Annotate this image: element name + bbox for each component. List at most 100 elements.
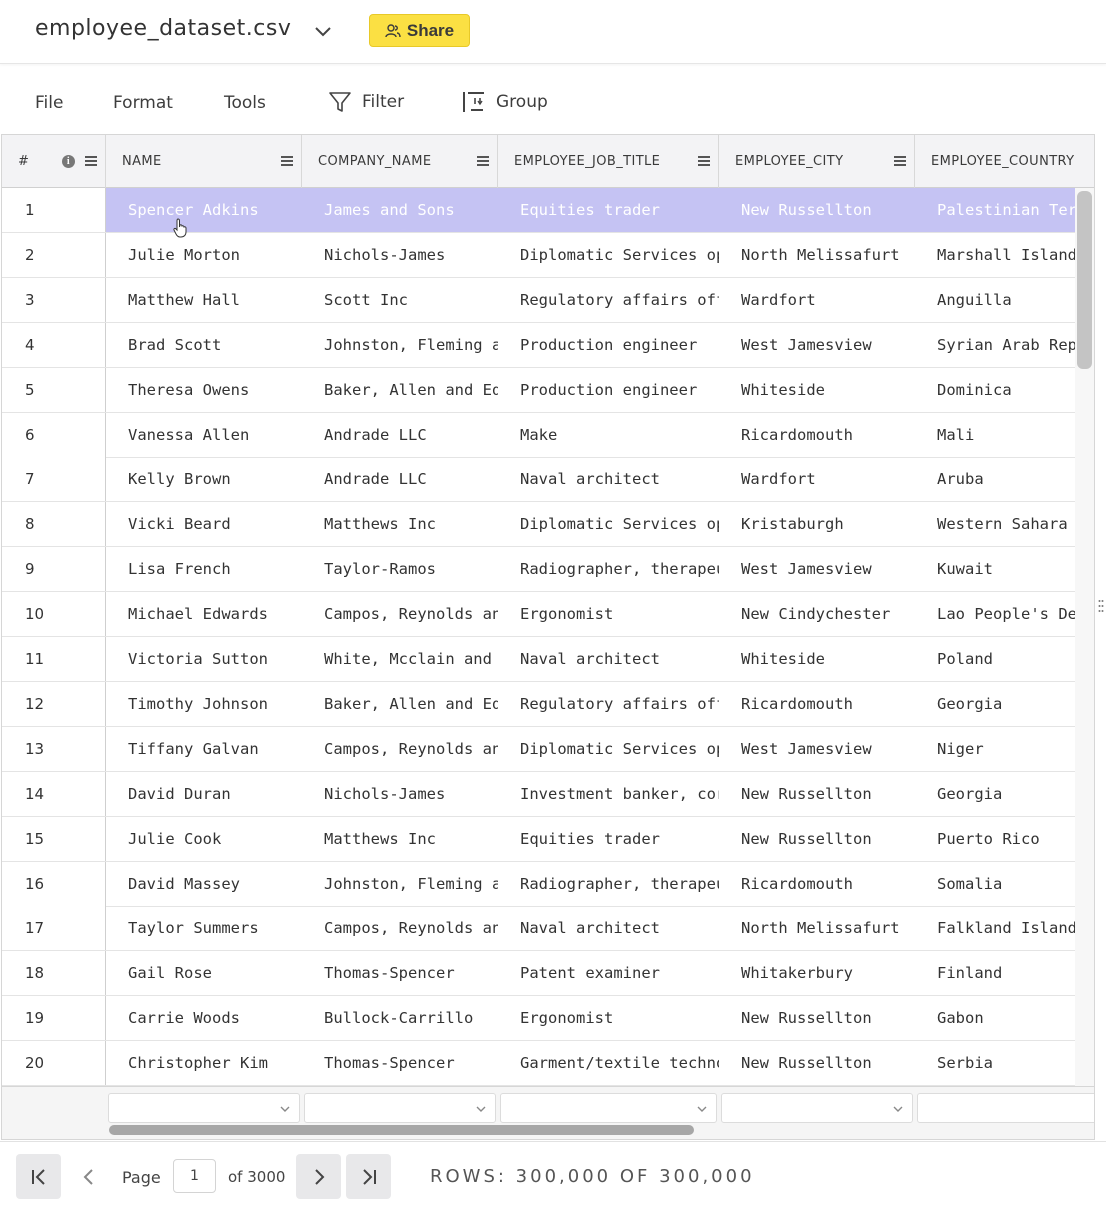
row-index-cell[interactable]: 10 <box>2 592 106 636</box>
row-index-cell[interactable]: 3 <box>2 278 106 322</box>
table-row[interactable]: 4 Brad Scott Johnston, Fleming a Production… <box>2 323 1094 368</box>
table-cell[interactable]: Johnston, Fleming a <box>302 323 498 367</box>
info-icon[interactable]: i <box>62 155 75 168</box>
column-header-employee-job-title[interactable]: EMPLOYEE_JOB_TITLE <box>498 135 719 188</box>
file-menu[interactable]: File <box>35 93 63 113</box>
table-cell[interactable]: Campos, Reynolds an <box>302 906 498 950</box>
table-cell[interactable]: Aruba <box>915 457 1094 501</box>
next-page-button[interactable] <box>296 1154 341 1199</box>
table-cell[interactable]: Finland <box>915 951 1094 995</box>
table-row[interactable]: 11 Victoria Sutton White, Mcclain and Naval… <box>2 637 1094 682</box>
table-cell[interactable]: Kuwait <box>915 547 1094 591</box>
table-cell[interactable]: Palestinian Ter <box>915 188 1094 232</box>
table-cell[interactable]: Theresa Owens <box>106 368 302 412</box>
row-index-cell[interactable]: 8 <box>2 502 106 546</box>
table-cell[interactable]: David Massey <box>106 862 302 906</box>
table-cell[interactable]: New Russellton <box>719 188 915 232</box>
table-cell[interactable]: Matthews Inc <box>302 817 498 861</box>
table-cell[interactable]: Niger <box>915 727 1094 771</box>
table-cell[interactable]: Whiteside <box>719 368 915 412</box>
table-cell[interactable]: Somalia <box>915 862 1094 906</box>
column-menu-icon[interactable] <box>281 156 293 166</box>
table-cell[interactable]: Naval architect <box>498 906 719 950</box>
table-cell[interactable]: West Jamesview <box>719 547 915 591</box>
table-cell[interactable]: Carrie Woods <box>106 996 302 1040</box>
table-cell[interactable]: Radiographer, therapeu <box>498 862 719 906</box>
table-cell[interactable]: Thomas-Spencer <box>302 951 498 995</box>
table-cell[interactable]: Diplomatic Services op <box>498 727 719 771</box>
column-header-employee-country[interactable]: EMPLOYEE_COUNTRY <box>915 135 1094 188</box>
table-cell[interactable]: Georgia <box>915 772 1094 816</box>
table-cell[interactable]: Vanessa Allen <box>106 413 302 457</box>
table-row[interactable]: 5 Theresa Owens Baker, Allen and Ed Product… <box>2 368 1094 413</box>
table-cell[interactable]: Garment/textile techno <box>498 1041 719 1085</box>
table-cell[interactable]: Wardfort <box>719 457 915 501</box>
table-cell[interactable]: Taylor-Ramos <box>302 547 498 591</box>
table-cell[interactable]: New Russellton <box>719 1041 915 1085</box>
table-cell[interactable]: Falkland Island <box>915 906 1094 950</box>
table-cell[interactable]: Wardfort <box>719 278 915 322</box>
table-cell[interactable]: Naval architect <box>498 457 719 501</box>
table-cell[interactable]: Julie Cook <box>106 817 302 861</box>
table-cell[interactable]: David Duran <box>106 772 302 816</box>
table-cell[interactable]: White, Mcclain and <box>302 637 498 681</box>
table-cell[interactable]: Nichols-James <box>302 233 498 277</box>
table-cell[interactable]: Vicki Beard <box>106 502 302 546</box>
column-filter-select[interactable] <box>304 1093 496 1123</box>
row-index-cell[interactable]: 12 <box>2 682 106 726</box>
column-menu-icon[interactable] <box>894 156 906 166</box>
table-cell[interactable]: Patent examiner <box>498 951 719 995</box>
table-row[interactable]: 16 David Massey Johnston, Fleming a Radiogr… <box>2 862 1094 907</box>
share-button[interactable]: Share <box>369 14 470 47</box>
table-cell[interactable]: Gabon <box>915 996 1094 1040</box>
table-cell[interactable]: Baker, Allen and Ed <box>302 368 498 412</box>
table-row[interactable]: 12 Timothy Johnson Baker, Allen and Ed Regu… <box>2 682 1094 727</box>
table-cell[interactable]: Diplomatic Services op <box>498 502 719 546</box>
table-cell[interactable]: Regulatory affairs off <box>498 278 719 322</box>
row-index-cell[interactable]: 14 <box>2 772 106 816</box>
column-menu-icon[interactable] <box>85 156 97 166</box>
table-cell[interactable]: Victoria Sutton <box>106 637 302 681</box>
chevron-down-icon[interactable] <box>312 20 334 42</box>
tools-menu[interactable]: Tools <box>224 93 266 113</box>
table-cell[interactable]: James and Sons <box>302 188 498 232</box>
table-cell[interactable]: Matthews Inc <box>302 502 498 546</box>
row-index-cell[interactable]: 5 <box>2 368 106 412</box>
row-index-cell[interactable]: 2 <box>2 233 106 277</box>
table-cell[interactable]: Investment banker, cor <box>498 772 719 816</box>
table-cell[interactable]: Johnston, Fleming a <box>302 862 498 906</box>
table-cell[interactable]: Michael Edwards <box>106 592 302 636</box>
table-cell[interactable]: Syrian Arab Rep <box>915 323 1094 367</box>
row-index-cell[interactable]: 19 <box>2 996 106 1040</box>
table-cell[interactable]: Taylor Summers <box>106 906 302 950</box>
row-index-cell[interactable]: 9 <box>2 547 106 591</box>
table-row[interactable]: 20 Christopher Kim Thomas-Spencer Garment/t… <box>2 1041 1094 1086</box>
table-cell[interactable]: Matthew Hall <box>106 278 302 322</box>
column-header-company-name[interactable]: COMPANY_NAME <box>302 135 498 188</box>
row-index-cell[interactable]: 18 <box>2 951 106 995</box>
table-cell[interactable]: Tiffany Galvan <box>106 727 302 771</box>
row-index-cell[interactable]: 20 <box>2 1041 106 1085</box>
table-cell[interactable]: Spencer Adkins <box>106 188 302 232</box>
table-cell[interactable]: Kelly Brown <box>106 457 302 501</box>
table-row[interactable]: 13 Tiffany Galvan Campos, Reynolds an Diplo… <box>2 727 1094 772</box>
table-cell[interactable]: Ergonomist <box>498 996 719 1040</box>
table-cell[interactable]: Ricardomouth <box>719 682 915 726</box>
horizontal-scrollbar[interactable] <box>109 1125 694 1135</box>
row-index-cell[interactable]: 6 <box>2 413 106 457</box>
row-index-cell[interactable]: 11 <box>2 637 106 681</box>
table-row[interactable]: 18 Gail Rose Thomas-Spencer Patent examiner… <box>2 951 1094 996</box>
table-cell[interactable]: Brad Scott <box>106 323 302 367</box>
table-cell[interactable]: New Cindychester <box>719 592 915 636</box>
table-cell[interactable]: North Melissafurt <box>719 906 915 950</box>
column-header-employee-city[interactable]: EMPLOYEE_CITY <box>719 135 915 188</box>
column-header-name[interactable]: NAME <box>106 135 302 188</box>
table-cell[interactable]: Andrade LLC <box>302 457 498 501</box>
table-cell[interactable]: Naval architect <box>498 637 719 681</box>
table-cell[interactable]: Western Sahara <box>915 502 1094 546</box>
table-cell[interactable]: Dominica <box>915 368 1094 412</box>
table-cell[interactable]: Equities trader <box>498 188 719 232</box>
table-cell[interactable]: Lao People's De <box>915 592 1094 636</box>
table-cell[interactable]: Baker, Allen and Ed <box>302 682 498 726</box>
table-row[interactable]: 9 Lisa French Taylor-Ramos Radiographer, th… <box>2 547 1094 592</box>
